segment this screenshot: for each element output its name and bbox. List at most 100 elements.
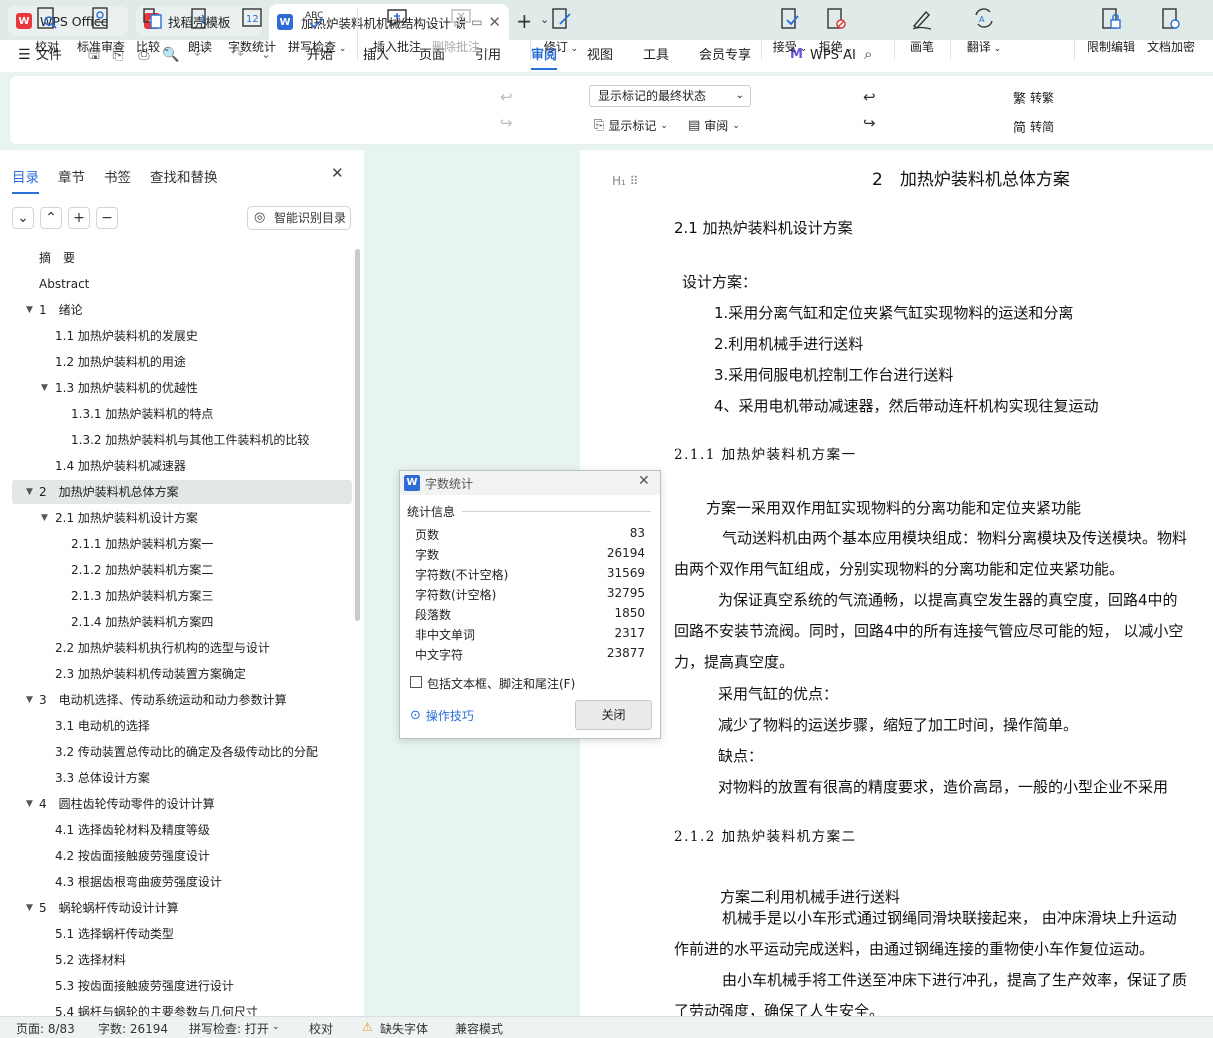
- nav-tab-find-replace[interactable]: 查找和替换: [150, 166, 218, 186]
- expand-arrow-icon[interactable]: ▼: [26, 688, 33, 712]
- stat-label: 字符数(计空格): [415, 588, 497, 602]
- encrypt-icon: [1162, 8, 1180, 29]
- review-pane-button[interactable]: ▤ 审阅 ⌄: [688, 117, 740, 134]
- heading-drag-handle-icon[interactable]: H₁ ⠿: [612, 174, 638, 188]
- toc-item[interactable]: ▼ 2 加热炉装料机总体方案: [12, 480, 352, 504]
- toc-item[interactable]: 1.3.2 加热炉装料机与其他工件装料机的比较: [12, 428, 352, 452]
- to-traditional-button[interactable]: 繁 转繁: [1013, 88, 1054, 107]
- show-markup-button[interactable]: ⎘ 显示标记 ⌄: [594, 117, 668, 134]
- toc-item[interactable]: 3.3 总体设计方案: [12, 766, 352, 790]
- toc-item[interactable]: ▼ 1.3 加热炉装料机的优越性: [12, 376, 352, 400]
- include-textbox-checkbox[interactable]: [410, 676, 422, 688]
- spell-check-indicator[interactable]: 拼写检查: 打开: [189, 1020, 269, 1037]
- next-comment-icon[interactable]: ↪: [500, 114, 513, 132]
- missing-font-indicator[interactable]: 缺失字体: [380, 1020, 428, 1037]
- toc-item[interactable]: 3.1 电动机的选择: [12, 714, 352, 738]
- toc-item[interactable]: 5.1 选择蜗杆传动类型: [12, 922, 352, 946]
- stat-value: 23877: [606, 646, 645, 660]
- previous-change-icon[interactable]: ↩: [863, 88, 876, 106]
- close-tab-icon[interactable]: ✕: [488, 13, 501, 31]
- dialog-titlebar[interactable]: W 字数统计 ✕: [400, 471, 660, 495]
- document-page[interactable]: 2 加热炉装料机总体方案 2.1 加热炉装料机设计方案 设计方案： 1.采用分离气缸和…: [580, 150, 1213, 1016]
- toc-scrollbar[interactable]: [355, 249, 360, 621]
- menu-view[interactable]: 视图: [587, 46, 613, 70]
- toc-item[interactable]: ▼ 2.1 加热炉装料机设计方案: [12, 506, 352, 530]
- collapse-all-button[interactable]: ⌄: [12, 207, 34, 229]
- compare-button[interactable]: 比较 ⌄: [136, 6, 170, 55]
- stat-row: 字符数(不计空格) 31569: [415, 566, 645, 586]
- nav-tab-bookmark[interactable]: 书签: [104, 166, 131, 186]
- toc-item[interactable]: 1.4 加热炉装料机减速器: [12, 454, 352, 478]
- accept-button[interactable]: 接受 ⌄: [772, 6, 808, 55]
- toc-item[interactable]: ▼ 1 绪论: [12, 298, 352, 322]
- revise-button[interactable]: 修订 ⌄: [543, 6, 579, 55]
- word-count-indicator[interactable]: 字数: 26194: [98, 1020, 168, 1037]
- encrypt-button[interactable]: 文档加密: [1145, 6, 1197, 55]
- toc-item[interactable]: 2.1.2 加热炉装料机方案二: [12, 558, 352, 582]
- toc-item[interactable]: 3.2 传动装置总传动比的确定及各级传动比的分配: [12, 740, 352, 764]
- nav-tab-toc[interactable]: 目录: [12, 166, 39, 194]
- to-simplified-button[interactable]: 简 转简: [1013, 117, 1054, 136]
- menu-member[interactable]: 会员专享: [699, 46, 751, 70]
- toc-item[interactable]: 1.1 加热炉装料机的发展史: [12, 324, 352, 348]
- markup-state-select[interactable]: 显示标记的最终状态 ⌄: [589, 85, 751, 107]
- toc-item[interactable]: 1.3.1 加热炉装料机的特点: [12, 402, 352, 426]
- toc-item[interactable]: 2.2 加热炉装料机执行机构的选型与设计: [12, 636, 352, 660]
- toc-item[interactable]: ▼ 4 圆柱齿轮传动零件的设计计算: [12, 792, 352, 816]
- toc-item[interactable]: 2.1.4 加热炉装料机方案四: [12, 610, 352, 634]
- toc-item[interactable]: 4.1 选择齿轮材料及精度等级: [12, 818, 352, 842]
- close-panel-icon[interactable]: ✕: [331, 164, 344, 182]
- expand-arrow-icon[interactable]: ▼: [41, 506, 48, 530]
- expand-arrow-icon[interactable]: ▼: [26, 480, 33, 504]
- close-icon[interactable]: ✕: [638, 473, 650, 489]
- translate-button[interactable]: A 翻译 ⌄: [965, 6, 1003, 55]
- chevron-down-icon[interactable]: ⌄: [272, 1022, 280, 1032]
- expand-up-button[interactable]: ⌃: [40, 207, 62, 229]
- toc-item[interactable]: 1.2 加热炉装料机的用途: [12, 350, 352, 374]
- delete-comment-button[interactable]: 删除批注 ⌄: [432, 6, 490, 55]
- toc-item[interactable]: 摘 要: [12, 246, 352, 270]
- toc-item[interactable]: 2.1.3 加热炉装料机方案三: [12, 584, 352, 608]
- next-change-icon[interactable]: ↪: [863, 114, 876, 132]
- spell-check-button[interactable]: ABC 拼写检查 ⌄: [288, 6, 346, 55]
- read-aloud-button[interactable]: 朗读: [187, 6, 213, 55]
- expand-arrow-icon[interactable]: ▼: [26, 896, 33, 920]
- toc-item-label: 2.1.3 加热炉装料机方案三: [71, 589, 214, 603]
- ribbon-divider: [761, 8, 762, 60]
- expand-arrow-icon[interactable]: ▼: [26, 298, 33, 322]
- toc-item[interactable]: 4.3 根据齿根弯曲疲劳强度设计: [12, 870, 352, 894]
- toc-item[interactable]: 4.2 按齿面接触疲劳强度设计: [12, 844, 352, 868]
- menu-tools[interactable]: 工具: [643, 46, 669, 70]
- delete-comment-icon: [451, 9, 471, 28]
- document-paragraph: 减少了物料的运送步骤，缩短了加工时间，操作简单。: [718, 716, 1079, 734]
- standard-review-button[interactable]: 标准审查: [75, 6, 127, 55]
- restrict-editing-button[interactable]: 限制编辑: [1085, 6, 1137, 55]
- reject-button[interactable]: 拒绝 ⌄: [818, 6, 854, 55]
- add-heading-button[interactable]: +: [68, 207, 90, 229]
- review-pane-icon: ▤: [688, 118, 701, 133]
- search-icon[interactable]: ⌕: [864, 45, 872, 63]
- toc-item[interactable]: Abstract: [12, 272, 352, 296]
- hamburger-icon[interactable]: ☰: [18, 47, 31, 63]
- close-button[interactable]: 关闭: [575, 700, 652, 730]
- tips-link[interactable]: ⊙ 操作技巧: [410, 707, 474, 724]
- toc-item[interactable]: 2.3 加热炉装料机传动装置方案确定: [12, 662, 352, 686]
- smart-toc-button[interactable]: ◎ 智能识别目录: [247, 206, 351, 230]
- proof-indicator[interactable]: 校对: [309, 1020, 333, 1037]
- page-indicator[interactable]: 页面: 8/83: [16, 1020, 75, 1037]
- toc-item[interactable]: ▼ 3 电动机选择、传动系统运动和动力参数计算: [12, 688, 352, 712]
- toc-item[interactable]: 5.3 按齿面接触疲劳强度进行设计: [12, 974, 352, 998]
- stat-row: 页数 83: [415, 526, 645, 546]
- previous-comment-icon[interactable]: ↩: [500, 88, 513, 106]
- toc-item[interactable]: ▼ 5 蜗轮蜗杆传动设计计算: [12, 896, 352, 920]
- word-count-button[interactable]: 12 字数统计: [227, 6, 277, 55]
- expand-arrow-icon[interactable]: ▼: [41, 376, 48, 400]
- expand-arrow-icon[interactable]: ▼: [26, 792, 33, 816]
- proofread-button[interactable]: 校对: [33, 6, 61, 55]
- toc-item[interactable]: 2.1.1 加热炉装料机方案一: [12, 532, 352, 556]
- nav-tab-chapter[interactable]: 章节: [58, 166, 85, 186]
- pen-button[interactable]: 画笔: [908, 6, 936, 55]
- insert-comment-button[interactable]: 插入批注: [372, 6, 422, 55]
- toc-item[interactable]: 5.2 选择材料: [12, 948, 352, 972]
- remove-heading-button[interactable]: −: [96, 207, 118, 229]
